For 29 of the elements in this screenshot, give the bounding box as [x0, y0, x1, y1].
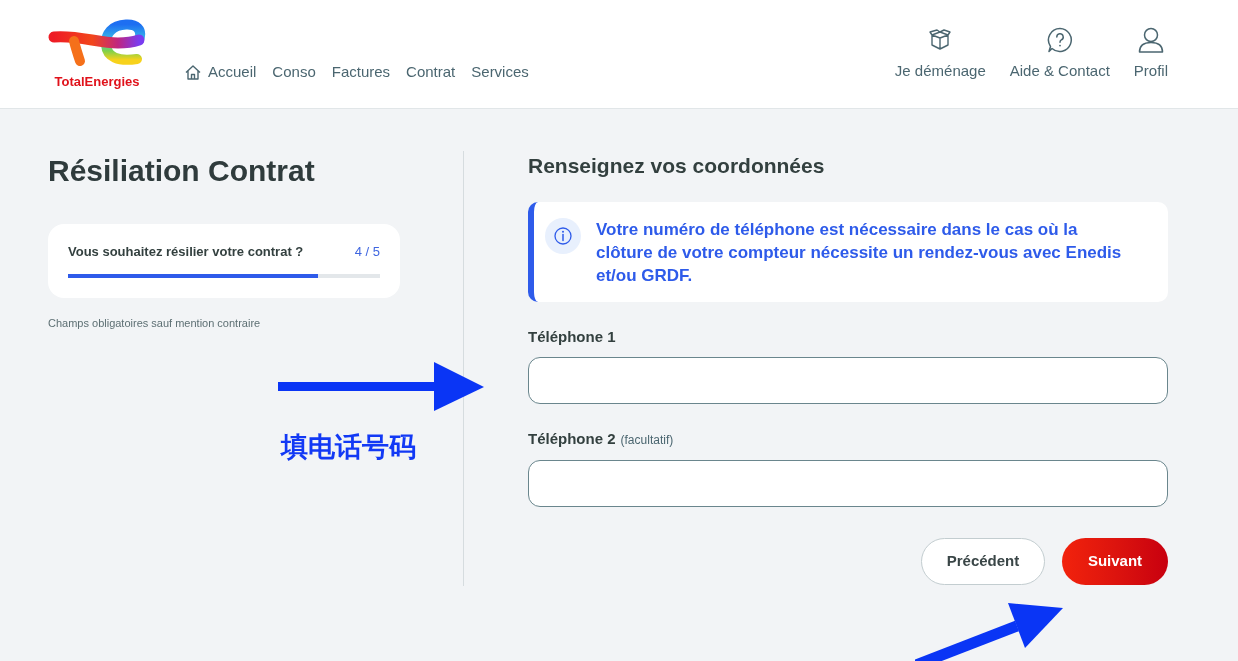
- step-question: Vous souhaitez résilier votre contrat ?: [68, 243, 304, 261]
- open-box-icon: [928, 28, 953, 52]
- annotation-text: 填电话号码: [281, 431, 416, 463]
- required-note: Champs obligatoires sauf mention contraire: [48, 316, 262, 330]
- section-heading: Renseignez vos coordonnées: [528, 153, 826, 179]
- nav-link[interactable]: Conso: [272, 62, 316, 82]
- header-action[interactable]: Je déménage: [894, 26, 986, 81]
- brand-wordmark: TotalEnergies: [54, 74, 140, 90]
- field-label: Téléphone 1: [528, 327, 616, 347]
- phone-input[interactable]: [528, 357, 1168, 404]
- phone-input[interactable]: [528, 460, 1168, 507]
- header-action[interactable]: Profil: [1133, 26, 1168, 81]
- step-counter: 4 / 5: [354, 243, 380, 261]
- nav-link[interactable]: Factures: [331, 62, 391, 82]
- help-icon: [1046, 27, 1073, 53]
- info-message: Votre numéro de téléphone est nécessaire dans le cas où la clôture de votre compteur nécessite un rendez-vous avec Enedis et/ou GRDF.: [596, 219, 1123, 287]
- logo-icon: [48, 19, 146, 69]
- previous-button[interactable]: Précédent: [921, 538, 1045, 585]
- home-link[interactable]: Accueil: [185, 62, 257, 82]
- page-title: Résiliation Contrat: [48, 153, 316, 189]
- next-button[interactable]: Suivant: [1062, 538, 1168, 585]
- user-icon: [1137, 27, 1164, 53]
- info-icon: [545, 218, 581, 254]
- field-label: Téléphone 2: [528, 429, 616, 449]
- header-action[interactable]: Aide & Contact: [1009, 26, 1110, 81]
- nav-link[interactable]: Contrat: [406, 62, 456, 82]
- home-icon: [185, 64, 201, 80]
- nav-link[interactable]: Services: [471, 62, 529, 82]
- optional-hint: (facultatif): [620, 432, 674, 449]
